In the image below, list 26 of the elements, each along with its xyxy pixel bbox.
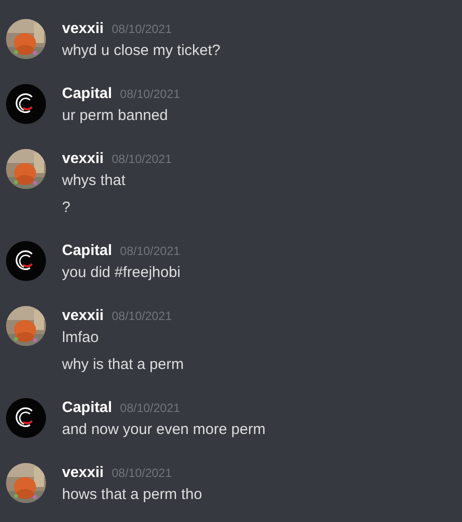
username[interactable]: vexxii (62, 305, 104, 327)
timestamp: 08/10/2021 (112, 151, 172, 168)
timestamp: 08/10/2021 (112, 21, 172, 38)
timestamp: 08/10/2021 (112, 465, 172, 482)
message-text: and now your even more perm (62, 420, 266, 440)
timestamp: 08/10/2021 (120, 400, 180, 417)
username[interactable]: Capital (62, 397, 112, 419)
message-text: whyd u close my ticket? (62, 41, 220, 61)
timestamp: 08/10/2021 (120, 86, 180, 103)
timestamp: 08/10/2021 (112, 308, 172, 325)
logo-icon (6, 241, 46, 281)
username[interactable]: Capital (62, 240, 112, 262)
timestamp: 08/10/2021 (120, 243, 180, 260)
logo-icon (6, 398, 46, 438)
message-text: ? (62, 198, 72, 218)
message-text: whys that (62, 171, 126, 191)
username[interactable]: Capital (62, 83, 112, 105)
logo-icon (6, 84, 46, 124)
message-text: ur perm banned (62, 106, 169, 126)
message-text: hows that a perm tho (62, 485, 202, 505)
message-text: why is that a perm (62, 355, 184, 375)
username[interactable]: vexxii (62, 462, 104, 484)
username[interactable]: vexxii (62, 148, 104, 170)
username[interactable]: vexxii (62, 18, 104, 40)
message-text: lmfao (62, 328, 100, 348)
message-text: you did #freejhobi (62, 263, 180, 283)
